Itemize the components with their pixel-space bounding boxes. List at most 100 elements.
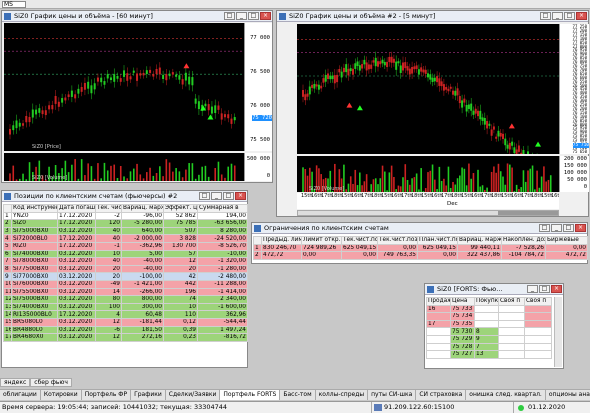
column-header[interactable]: Накоплен. доход xyxy=(501,236,546,245)
column-header[interactable]: Эффект. цена xyxy=(163,204,198,213)
horizontal-scrollbar[interactable] xyxy=(297,210,559,216)
close-button[interactable]: × xyxy=(575,224,586,232)
table-row[interactable]: 14RI135000BL017.12.2020460,48110362,96 xyxy=(3,310,248,319)
table-row[interactable]: 75 730 8 xyxy=(426,327,552,336)
workspace-tab[interactable]: онишка след. квартал. xyxy=(466,390,546,400)
column-header[interactable]: Цена xyxy=(450,297,475,306)
table-row[interactable]: 17 75 735 xyxy=(426,319,552,329)
last-price-label: 75 720 xyxy=(252,115,272,121)
column-header[interactable]: План.чист.поз. xyxy=(417,236,458,245)
close-button[interactable]: × xyxy=(260,12,271,20)
window-icon-button[interactable]: □ xyxy=(539,224,550,232)
column-header[interactable]: Суммарная в xyxy=(197,204,248,213)
workspace-tab[interactable]: Портфель FORTS xyxy=(220,390,281,400)
workspace-tab[interactable]: коллы-спреды xyxy=(316,390,369,400)
volume-chart[interactable]: SiZ0 [Volume] xyxy=(4,153,244,181)
column-header[interactable]: Тек. чист. поз. xyxy=(95,204,122,213)
maximize-button[interactable]: □ xyxy=(248,12,259,20)
column-header[interactable]: Тек.чист.поз. xyxy=(341,236,378,245)
table-row[interactable]: 17BR4680X003.12.202012272,160,23-816,72 xyxy=(3,333,248,342)
maximize-button[interactable]: □ xyxy=(563,224,574,232)
table-row[interactable]: 13Si74000BX003.12.2020100300,0010-1 600,… xyxy=(3,302,248,312)
column-header[interactable]: Своя п xyxy=(498,297,525,306)
column-header[interactable]: Дата погашения xyxy=(57,204,96,213)
table-row[interactable]: 75 729 9 xyxy=(426,334,552,344)
column-header[interactable]: Тек.чист.поз. ( xyxy=(377,236,418,245)
table-row[interactable]: 4 Si72000BL0 17.12.2020 40 -2 000,00 3 828 -24… xyxy=(3,234,248,243)
table-row[interactable]: 16BR4880L003.12.2020-6181,500,391 497,24 xyxy=(3,325,248,335)
limits-table[interactable]: Предыд. лимитЛимит откр. поз.Тек.чист.по… xyxy=(253,236,588,260)
title-bar[interactable]: SiZ0 График цены и объёма - [60 минут] □… xyxy=(2,11,272,22)
table-cell: -362,96 xyxy=(121,241,164,251)
toolbar-combo[interactable]: MS xyxy=(2,1,26,8)
table-row[interactable]: 10Si76000BX003.12.2020-49-1 421,00442-11… xyxy=(3,279,248,289)
maximize-button[interactable]: □ xyxy=(564,12,575,20)
desktop-tab-sber[interactable]: сбер фьюч xyxy=(30,378,72,387)
workspace-tab[interactable]: СИ страховка xyxy=(416,390,467,400)
workspace-tab[interactable]: Портфель ФР xyxy=(82,390,132,400)
table-cell: BR4680X0 xyxy=(11,333,58,342)
title-bar[interactable]: Ограничения по клиентским счетам □ _ □ × xyxy=(252,223,587,234)
vertical-scrollbar[interactable] xyxy=(554,297,562,367)
column-header[interactable]: Вариац. маржа xyxy=(457,236,502,245)
table-row[interactable]: 3 Si75000BX0 03.12.2020 40 640,00 507 8 280,00 xyxy=(3,226,248,236)
workspace-tab[interactable]: облигации xyxy=(0,390,41,400)
price-chart[interactable] xyxy=(297,24,559,154)
minimize-button[interactable]: _ xyxy=(551,224,562,232)
column-header[interactable]: Код инструмента xyxy=(11,204,58,213)
table-cell: 03.12.2020 xyxy=(57,302,96,312)
workspace-tab[interactable]: Котировки xyxy=(41,390,82,400)
table-row[interactable]: 1 YNZ0 17.12.2020 -2 -96,00 52 862 194,00 xyxy=(3,211,248,221)
minimize-button[interactable]: _ xyxy=(211,192,222,200)
column-header[interactable]: Предыд. лимит xyxy=(261,236,302,245)
column-header[interactable] xyxy=(253,236,262,245)
workspace-tab[interactable]: путы СИ-шка xyxy=(368,390,417,400)
table-row[interactable]: 7 Si78000BX0 03.12.2020 40 -40,00 12 -1 320,00 xyxy=(3,257,248,266)
column-header[interactable]: Биржевые xyxy=(545,236,588,245)
table-row[interactable]: 75 727 13 xyxy=(426,350,552,359)
table-row[interactable]: 12Si75000BX003.12.202080800,00742 340,00 xyxy=(3,295,248,304)
table-row[interactable]: 75 728 7 xyxy=(426,342,552,352)
minimize-button[interactable]: _ xyxy=(236,12,247,20)
minimize-button[interactable]: _ xyxy=(552,12,563,20)
positions-table[interactable]: Код инструментаДата погашенияТек. чист. … xyxy=(3,204,248,342)
title-bar[interactable]: SiZ0 График цены и объёма #2 - [5 минут]… xyxy=(277,11,588,22)
workspace-tab[interactable]: Басс-том xyxy=(280,390,316,400)
volume-chart[interactable]: SiZ0 [Volume] xyxy=(297,156,559,192)
maximize-button[interactable]: □ xyxy=(539,285,550,293)
workspace-tab[interactable]: Графики xyxy=(131,390,166,400)
close-button[interactable]: × xyxy=(235,192,246,200)
column-header[interactable] xyxy=(3,204,12,213)
desktop-tab-yandex[interactable]: яндекс xyxy=(0,378,31,387)
column-header[interactable]: Лимит откр. поз. xyxy=(301,236,342,245)
table-row[interactable]: 5 RIZ0 17.12.2020 -1 -362,96 130 700 -8 526,70 xyxy=(3,241,248,251)
minimize-button[interactable]: _ xyxy=(527,285,538,293)
column-header[interactable]: Покупка xyxy=(474,297,499,306)
column-header[interactable]: Продаж xyxy=(426,297,451,306)
window-icon-button[interactable]: □ xyxy=(540,12,551,20)
order-book-table[interactable]: ПродажЦенаПокупкаСвоя пСвоя п1675 73375 … xyxy=(426,297,552,359)
window-icon-button[interactable]: □ xyxy=(199,192,210,200)
title-bar[interactable]: Позиции по клиентским счетам (фьючерсы) … xyxy=(2,191,247,202)
table-row[interactable]: 16 75 733 xyxy=(426,304,552,314)
maximize-button[interactable]: □ xyxy=(223,192,234,200)
window-icon-button[interactable]: □ xyxy=(224,12,235,20)
price-chart[interactable]: SiZ0 [Price] xyxy=(4,23,244,151)
title-bar[interactable]: SiZ0 [FORTS: Фью... _ □ × xyxy=(425,284,563,295)
table-row[interactable]: 8 Si77500BX0 03.12.2020 20 -40,00 20 -1 280,00 xyxy=(3,264,248,274)
workspace-tab[interactable]: Сделки/Заявки xyxy=(166,390,221,400)
table-row[interactable]: 75 734 xyxy=(426,312,552,321)
table-cell: -2 480,00 xyxy=(197,272,248,281)
workspace-tab[interactable]: опционы анализ xyxy=(546,390,590,400)
table-row[interactable]: 2 SiZ0 17.12.2020 120 -5 280,00 75 785 -63 656… xyxy=(3,219,248,228)
table-row[interactable]: 11Si75500BX003.12.202014-266,00196-1 414… xyxy=(3,287,248,297)
table-row[interactable]: 9 Si77000BX0 03.12.2020 20 -100,00 42 -2 480,0… xyxy=(3,272,248,281)
column-header[interactable]: Вариац. маржа xyxy=(121,204,164,213)
table-row[interactable]: 15BR5080L003.12.202012-181,440,12-544,44 xyxy=(3,317,248,327)
close-button[interactable]: × xyxy=(551,285,562,293)
table-row[interactable]: 6 Si74000BX0 03.12.2020 10 5,00 57 -10,00 xyxy=(3,249,248,259)
column-header[interactable]: Своя п xyxy=(524,297,552,306)
table-row[interactable]: 1 830 246,70 724 989,26 625 049,15 0,00 625 0… xyxy=(253,243,588,253)
close-button[interactable]: × xyxy=(576,12,587,20)
table-row[interactable]: 2 472,72 0,00 0,00 749 763,35 0,00 322 437,86-… xyxy=(253,251,588,260)
